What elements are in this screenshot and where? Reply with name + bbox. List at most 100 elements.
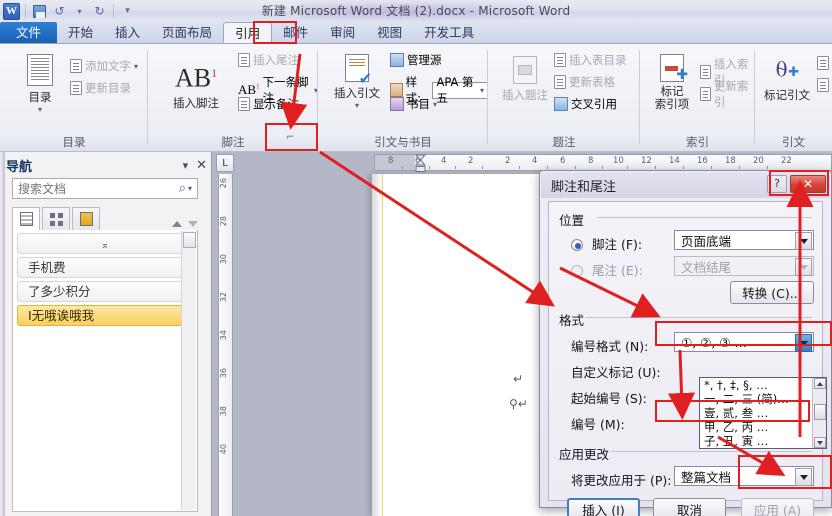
toc-button[interactable]: 目录 ▾ bbox=[14, 54, 66, 114]
update-index-button[interactable]: 更新索引 bbox=[700, 78, 755, 110]
citation-style-combo[interactable]: APA 第五 ▾ bbox=[432, 75, 488, 105]
footnote-position-dropdown-icon[interactable] bbox=[795, 232, 812, 250]
dropdown-scrollbar[interactable] bbox=[812, 378, 826, 448]
footnote-endnote-dialog[interactable]: 脚注和尾注 ? ✕ 位置 脚注 (F): 页面底端 尾注 (E): 文档结尾 转… bbox=[539, 170, 832, 516]
previous-heading-icon[interactable] bbox=[172, 221, 182, 227]
insert-table-of-figures-button[interactable]: 插入表目录 bbox=[554, 52, 627, 68]
cancel-button[interactable]: 取消 bbox=[653, 498, 726, 516]
search-document-box[interactable]: ⌕ ▾ bbox=[12, 178, 198, 199]
footnote-position-combo[interactable]: 页面底端 bbox=[674, 230, 814, 250]
update-authorities-icon bbox=[817, 78, 829, 92]
word-window: W ↺ ▾ ↻ ▾ 新建 Microsoft Word 文档 (2).docx … bbox=[0, 0, 832, 516]
insert-caption-button[interactable]: 插入题注 bbox=[494, 56, 556, 103]
search-options-icon[interactable]: ▾ bbox=[186, 184, 194, 193]
dropdown-option[interactable]: 子, 丑, 寅 … bbox=[700, 434, 826, 448]
next-heading-icon[interactable] bbox=[188, 221, 198, 227]
mark-entry-button[interactable]: ✚ 标记 索引项 bbox=[646, 54, 698, 111]
indent-markers[interactable] bbox=[414, 154, 427, 172]
custom-mark-label: 自定义标记 (U): bbox=[571, 365, 661, 380]
group-label-captions: 题注 bbox=[552, 135, 576, 149]
search-input[interactable] bbox=[16, 180, 179, 197]
navigation-view-tabs[interactable] bbox=[12, 206, 198, 230]
citation-style-dropdown-icon[interactable]: ▾ bbox=[480, 86, 487, 95]
endnote-radio[interactable] bbox=[571, 265, 583, 277]
insert-footnote-button[interactable]: AB1 插入脚注 bbox=[160, 58, 232, 111]
ribbon-tab-strip[interactable]: 文件 开始 插入 页面布局 引用 邮件 审阅 视图 开发工具 bbox=[0, 22, 832, 44]
update-toc-button[interactable]: 更新目录 bbox=[70, 80, 131, 96]
tab-home[interactable]: 开始 bbox=[57, 22, 104, 43]
tab-page-layout[interactable]: 页面布局 bbox=[151, 22, 223, 43]
tab-references[interactable]: 引用 bbox=[223, 22, 273, 43]
insert-button[interactable]: 插入 (I) bbox=[567, 498, 640, 516]
dropdown-scroll-up-icon[interactable] bbox=[814, 378, 826, 389]
insert-citation-button[interactable]: ✔ 插入引文 ▾ bbox=[326, 54, 388, 110]
dropdown-option[interactable]: *, †, ‡, §, … bbox=[700, 378, 826, 392]
toc-dropdown-icon[interactable]: ▾ bbox=[14, 105, 66, 114]
headings-scrollbar[interactable] bbox=[181, 231, 196, 510]
navigation-close-icon[interactable]: ✕ bbox=[196, 158, 207, 173]
insert-endnote-button[interactable]: 插入尾注 bbox=[238, 52, 299, 68]
tab-view[interactable]: 视图 bbox=[366, 22, 413, 43]
ribbon-group-footnotes: AB1 插入脚注 插入尾注 AB1 下一条脚注 ▾ 显示备注 脚注 ⌐ bbox=[148, 44, 318, 152]
add-text-dropdown-icon[interactable]: ▾ bbox=[134, 62, 138, 71]
insert-citation-dropdown-icon[interactable]: ▾ bbox=[326, 101, 388, 110]
scrollbar-up-button[interactable] bbox=[183, 232, 196, 248]
dropdown-scroll-thumb[interactable] bbox=[814, 404, 826, 420]
apply-to-combo[interactable]: 整篇文档 bbox=[674, 466, 814, 486]
horizontal-ruler[interactable]: 8 6 4 2 2 4 6 8 10 12 14 16 18 20 22 bbox=[374, 154, 832, 172]
ribbon-group-toc: 目录 ▾ 添加文字 ▾ 更新目录 目录 bbox=[0, 44, 148, 152]
add-text-button[interactable]: 添加文字 ▾ bbox=[70, 58, 138, 74]
show-notes-button[interactable]: 显示备注 bbox=[238, 96, 299, 112]
manage-sources-button[interactable]: 管理源 bbox=[390, 52, 442, 68]
apply-to-dropdown-icon[interactable] bbox=[795, 468, 812, 486]
list-item[interactable]: ⌅ bbox=[17, 233, 193, 254]
number-format-combo[interactable]: ①, ②, ③ … bbox=[674, 332, 814, 352]
number-format-label: 编号格式 (N): bbox=[571, 339, 649, 354]
dialog-close-button[interactable]: ✕ bbox=[790, 175, 826, 193]
vertical-ruler[interactable]: 26 28 30 32 34 36 38 40 bbox=[218, 174, 233, 516]
number-format-dropdown-list[interactable]: *, †, ‡, §, … 一, 二, 三 (简)… 壹, 贰, 叁 … 甲, … bbox=[699, 377, 827, 449]
endnote-radio-row[interactable]: 尾注 (E): bbox=[571, 260, 643, 279]
tab-mailings[interactable]: 邮件 bbox=[272, 22, 319, 43]
tab-insert[interactable]: 插入 bbox=[104, 22, 151, 43]
bibliography-dropdown-icon[interactable]: ▾ bbox=[433, 100, 437, 109]
dropdown-scroll-down-icon[interactable] bbox=[814, 437, 826, 448]
dialog-help-button[interactable]: ? bbox=[767, 175, 787, 193]
browse-pages-tab[interactable] bbox=[42, 207, 70, 230]
collapse-all-icon[interactable]: ⌅ bbox=[101, 240, 109, 251]
dropdown-option[interactable]: 甲, 乙, 丙 … bbox=[700, 420, 826, 434]
convert-button[interactable]: 转换 (C)... bbox=[730, 281, 814, 304]
text-boundary-line bbox=[382, 174, 383, 516]
footnote-radio[interactable] bbox=[571, 239, 583, 251]
update-table-button[interactable]: 更新表格 bbox=[554, 74, 615, 90]
vruler-tick: 34 bbox=[219, 330, 228, 341]
update-authorities-button[interactable] bbox=[817, 78, 829, 92]
dropdown-option[interactable]: 壹, 贰, 叁 … bbox=[700, 406, 826, 420]
browse-headings-tab[interactable] bbox=[12, 207, 40, 230]
browse-results-tab[interactable] bbox=[72, 207, 100, 230]
dropdown-option[interactable]: 一, 二, 三 (简)… bbox=[700, 392, 826, 406]
navigation-menu-icon[interactable]: ▾ bbox=[183, 159, 189, 172]
bibliography-button[interactable]: 书目 ▾ bbox=[390, 96, 437, 112]
list-item[interactable]: 手机费 bbox=[17, 257, 193, 278]
tab-file[interactable]: 文件 bbox=[0, 22, 58, 43]
insert-authorities-button[interactable] bbox=[817, 56, 829, 70]
apply-button[interactable]: 应用 (A) bbox=[741, 498, 814, 516]
title-bar: W ↺ ▾ ↻ ▾ 新建 Microsoft Word 文档 (2).docx … bbox=[0, 0, 832, 22]
mark-citation-button[interactable]: ⍬✚ 标记引文 bbox=[759, 56, 815, 103]
number-format-dropdown-icon[interactable] bbox=[795, 334, 812, 352]
manage-sources-icon bbox=[390, 53, 404, 67]
cross-reference-button[interactable]: 交叉引用 bbox=[554, 96, 617, 112]
dropdown-option[interactable]: ①, ②, ③ … bbox=[700, 448, 826, 449]
footnote-radio-row[interactable]: 脚注 (F): bbox=[571, 234, 642, 253]
footnote-dialog-launcher[interactable]: ⌐ bbox=[283, 130, 298, 144]
tab-developer[interactable]: 开发工具 bbox=[413, 22, 485, 43]
list-item[interactable]: I无哦诶哦我 bbox=[17, 305, 193, 326]
search-icon[interactable]: ⌕ bbox=[179, 181, 186, 196]
list-item[interactable]: 了多少积分 bbox=[17, 281, 193, 302]
tab-review[interactable]: 审阅 bbox=[319, 22, 366, 43]
tab-stop-selector[interactable]: L bbox=[216, 154, 234, 172]
hruler-tick: 4 bbox=[441, 156, 447, 166]
apply-to-label: 将更改应用于 (P): bbox=[571, 473, 672, 488]
headings-list[interactable]: ⌅ 手机费 了多少积分 I无哦诶哦我 bbox=[12, 230, 198, 512]
